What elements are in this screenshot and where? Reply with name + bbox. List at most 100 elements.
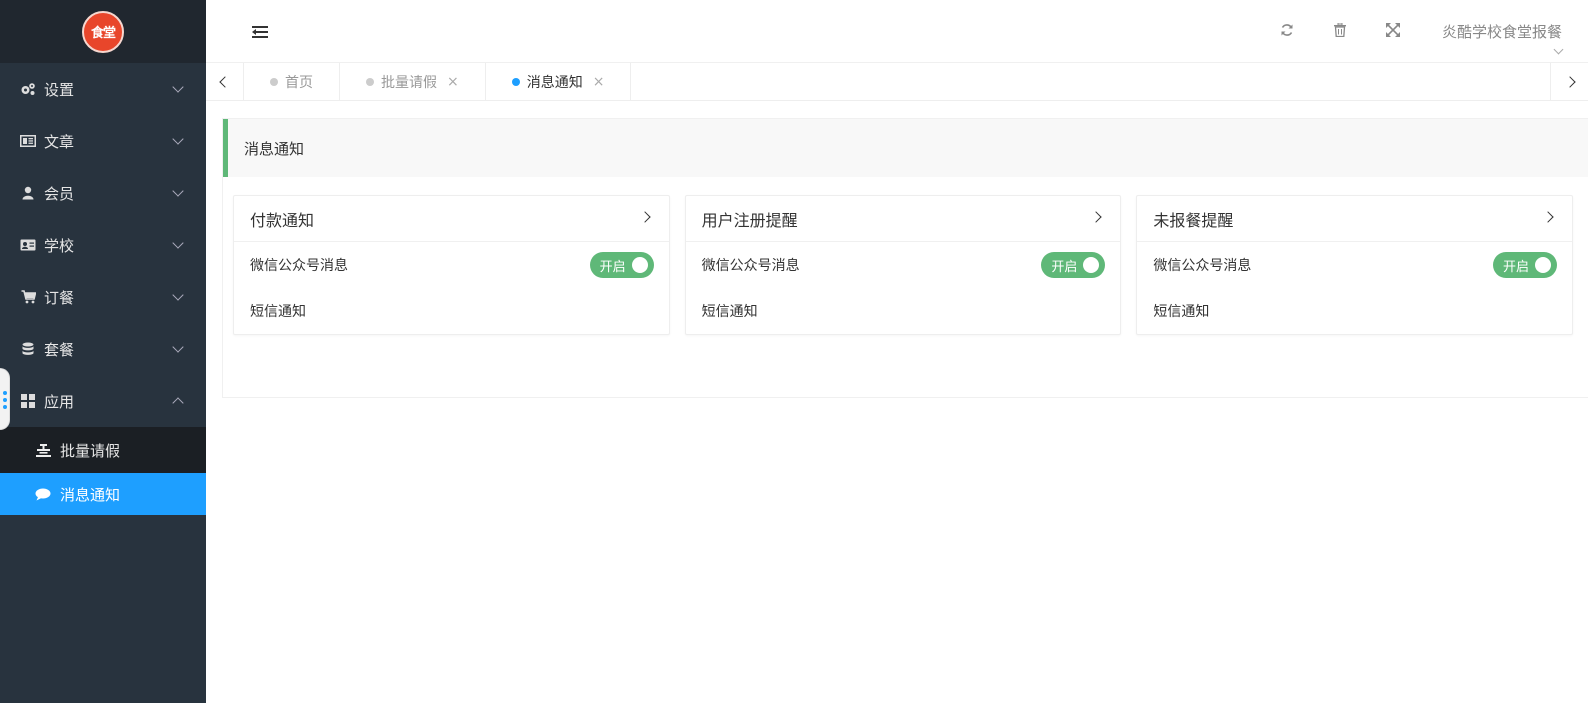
notification-cards: 付款通知 微信公众号消息 开启 短信通知 用户注册提醒 微信公众号消息 开启 短… [223,195,1588,335]
chevron-down-icon [172,185,184,197]
sidebar-item-apps[interactable]: 应用 [0,375,206,427]
toggle-knob [1535,257,1552,273]
card-row-wechat: 微信公众号消息 开启 [1137,242,1572,288]
close-icon[interactable]: × [447,74,459,90]
tab-home[interactable]: 首页 [244,63,340,101]
chevron-down-icon [172,81,184,93]
row-label: 短信通知 [1153,304,1210,320]
tab-status-dot [511,78,520,86]
tab-status-dot [270,78,278,86]
sidebar-item-articles[interactable]: 文章 [0,115,206,167]
sidebar-item-packages[interactable]: 套餐 [0,323,206,375]
trash-icon [1334,22,1347,41]
toggle-label: 开启 [1051,259,1078,275]
leave-icon [35,443,51,457]
sidebar-subitem-notifications[interactable]: 消息通知 [0,473,206,515]
card-row-sms: 短信通知 [234,288,669,334]
sidebar-item-members[interactable]: 会员 [0,167,206,219]
sidebar-item-orders[interactable]: 订餐 [0,271,206,323]
card-row-wechat: 微信公众号消息 开启 [234,242,669,288]
tab-label: 批量请假 [381,75,437,91]
tab-label: 首页 [285,75,313,91]
row-label: 微信公众号消息 [701,258,800,274]
wechat-toggle[interactable]: 开启 [1493,252,1558,278]
chevron-right-icon [1563,76,1576,88]
chevron-right-icon [1542,211,1554,223]
expand-icon [1386,22,1401,41]
chevron-up-icon [172,397,184,409]
wechat-toggle[interactable]: 开启 [589,252,654,278]
comment-icon [35,488,51,501]
top-header: 炎酷学校食堂报餐 [206,0,1588,63]
logo-area: 食堂 [0,0,206,63]
row-label: 短信通知 [701,304,758,320]
fullscreen-button[interactable] [1367,0,1420,63]
card-header[interactable]: 用户注册提醒 [685,196,1121,242]
chevron-right-icon [1090,211,1103,223]
sidebar-item-label: 学校 [44,236,75,255]
chevron-left-icon [218,76,231,88]
logo[interactable]: 食堂 [82,10,124,53]
toggle-knob [631,257,648,273]
notification-card: 未报餐提醒 微信公众号消息 开启 短信通知 [1136,195,1574,335]
id-card-icon [20,238,36,252]
sidebar-menu: 设置 文章 会员 学校 订餐 套餐 应用 [0,63,206,427]
card-title: 付款通知 [250,210,315,230]
sidebar-item-label: 套餐 [44,340,75,359]
sidebar-item-label: 应用 [44,392,75,411]
sidebar-subitem-label: 批量请假 [60,441,121,460]
sidebar-submenu-apps: 批量请假 消息通知 [0,427,206,515]
newspaper-icon [20,134,36,148]
sidebar-item-schools[interactable]: 学校 [0,219,206,271]
card-row-sms: 短信通知 [1137,288,1572,334]
card-header[interactable]: 付款通知 [234,196,669,242]
card-title: 用户注册提醒 [701,210,798,230]
close-icon[interactable]: × [593,74,605,90]
sidebar-subitem-batch-leave[interactable]: 批量请假 [0,427,206,473]
row-label: 短信通知 [250,304,306,320]
card-row-sms: 短信通知 [686,288,1121,334]
tab-label: 消息通知 [526,75,583,91]
page-title: 消息通知 [223,119,1588,177]
sidebar-item-label: 会员 [44,184,75,203]
card-title: 未报餐提醒 [1153,210,1234,230]
tab-notifications[interactable]: 消息通知 × [486,63,632,101]
chevron-down-icon [172,289,184,301]
sidebar-item-label: 设置 [44,80,75,99]
tab-batch-leave[interactable]: 批量请假 × [340,63,486,101]
refresh-button[interactable] [1261,0,1314,63]
clear-cache-button[interactable] [1314,0,1367,63]
sidebar-item-label: 文章 [44,132,75,151]
toggle-label: 开启 [1503,259,1530,275]
user-icon [20,186,36,200]
header-tools: 炎酷学校食堂报餐 [1261,0,1588,63]
sidebar-item-label: 订餐 [44,288,75,307]
refresh-icon [1280,23,1294,41]
chevron-down-icon [172,237,184,249]
database-icon [20,342,36,356]
chevron-down-icon [172,133,184,145]
tabs-scroll-left-button[interactable] [206,63,244,101]
chevron-down-icon [172,341,184,353]
user-menu[interactable]: 炎酷学校食堂报餐 [1420,0,1588,63]
side-drawer-handle[interactable] [0,368,10,430]
chevron-down-icon [1553,44,1564,55]
sidebar-item-settings[interactable]: 设置 [0,63,206,115]
sidebar-subitem-label: 消息通知 [60,485,121,504]
gears-icon [20,82,36,96]
tabs-scroll-right-button[interactable] [1550,63,1588,101]
card-header[interactable]: 未报餐提醒 [1137,196,1573,242]
user-name: 炎酷学校食堂报餐 [1441,23,1562,41]
card-row-wechat: 微信公众号消息 开启 [686,242,1121,288]
cart-icon [20,290,36,304]
sidebar: 食堂 设置 文章 会员 学校 订餐 套餐 应用 批量请假 消息通知 [0,0,206,703]
grid-icon [20,394,36,408]
toggle-label: 开启 [599,259,626,275]
toggle-knob [1083,257,1100,273]
row-label: 微信公众号消息 [250,258,348,274]
notification-card: 用户注册提醒 微信公众号消息 开启 短信通知 [684,195,1122,335]
wechat-toggle[interactable]: 开启 [1041,252,1106,278]
menu-toggle-icon[interactable] [252,26,268,38]
chevron-right-icon [639,211,651,223]
notification-card: 付款通知 微信公众号消息 开启 短信通知 [233,195,670,335]
